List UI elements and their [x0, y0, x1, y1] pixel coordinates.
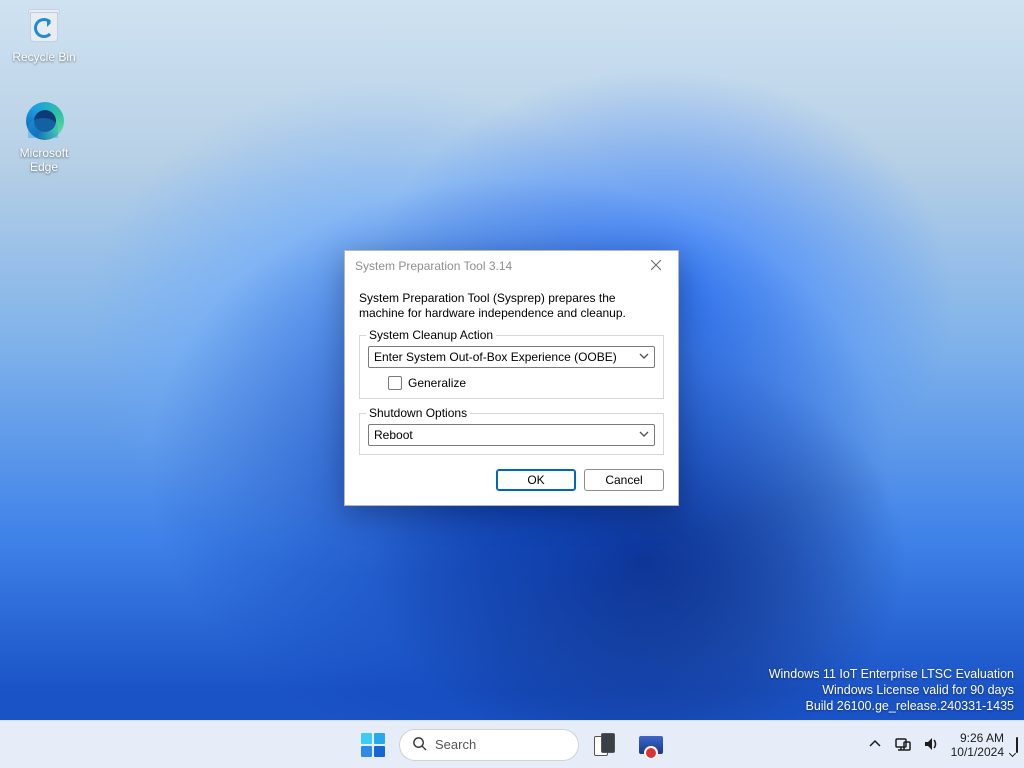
- recycle-bin-icon: [22, 4, 66, 48]
- watermark-line: Build 26100.ge_release.240331-1435: [769, 698, 1014, 714]
- cancel-button[interactable]: Cancel: [584, 469, 664, 491]
- watermark-line: Windows 11 IoT Enterprise LTSC Evaluatio…: [769, 666, 1014, 682]
- close-button[interactable]: [642, 252, 670, 280]
- taskbar: Search 9:26 AM 10/1/2024: [0, 720, 1024, 768]
- generalize-label: Generalize: [408, 376, 466, 390]
- taskbar-clock[interactable]: 9:26 AM 10/1/2024: [951, 731, 1004, 759]
- activation-watermark: Windows 11 IoT Enterprise LTSC Evaluatio…: [769, 666, 1014, 714]
- cleanup-action-group: System Cleanup Action Enter System Out-o…: [359, 335, 664, 399]
- chevron-down-icon: [638, 428, 650, 443]
- taskbar-search[interactable]: Search: [399, 729, 579, 761]
- desktop-icon-label: Microsoft Edge: [6, 146, 82, 174]
- notification-icon: [1016, 737, 1018, 753]
- search-placeholder: Search: [435, 737, 476, 752]
- watermark-line: Windows License valid for 90 days: [769, 682, 1014, 698]
- volume-icon[interactable]: [923, 736, 939, 755]
- windows-logo-icon: [361, 733, 385, 757]
- network-icon[interactable]: [895, 736, 911, 755]
- taskbar-app-sysprep[interactable]: [631, 725, 671, 765]
- edge-icon: [22, 100, 66, 144]
- desktop-icon-edge[interactable]: Microsoft Edge: [6, 100, 82, 174]
- shutdown-options-legend: Shutdown Options: [366, 406, 470, 420]
- generalize-checkbox[interactable]: [388, 376, 402, 390]
- close-icon: [651, 259, 661, 273]
- notifications-button[interactable]: [1016, 738, 1018, 752]
- desktop: Recycle Bin Microsoft Edge Windows 11 Io…: [0, 0, 1024, 768]
- start-button[interactable]: [353, 725, 393, 765]
- task-view-icon: [594, 736, 616, 754]
- sysprep-dialog: System Preparation Tool 3.14 System Prep…: [344, 250, 679, 506]
- chevron-down-icon: [638, 350, 650, 365]
- sysprep-icon: [639, 736, 663, 754]
- desktop-icon-recycle-bin[interactable]: Recycle Bin: [6, 4, 82, 64]
- dialog-description: System Preparation Tool (Sysprep) prepar…: [359, 291, 664, 321]
- shutdown-options-group: Shutdown Options Reboot: [359, 413, 664, 455]
- tray-overflow-button[interactable]: [867, 736, 883, 755]
- task-view-button[interactable]: [585, 725, 625, 765]
- cleanup-action-value: Enter System Out-of-Box Experience (OOBE…: [374, 350, 617, 364]
- dialog-title: System Preparation Tool 3.14: [355, 259, 512, 273]
- cleanup-action-legend: System Cleanup Action: [366, 328, 496, 342]
- shutdown-options-value: Reboot: [374, 428, 413, 442]
- clock-time: 9:26 AM: [951, 731, 1004, 745]
- ok-button[interactable]: OK: [496, 469, 576, 491]
- desktop-icon-label: Recycle Bin: [6, 50, 82, 64]
- clock-date: 10/1/2024: [951, 745, 1004, 759]
- cleanup-action-select[interactable]: Enter System Out-of-Box Experience (OOBE…: [368, 346, 655, 368]
- shutdown-options-select[interactable]: Reboot: [368, 424, 655, 446]
- dialog-titlebar[interactable]: System Preparation Tool 3.14: [345, 251, 678, 281]
- search-icon: [412, 736, 427, 754]
